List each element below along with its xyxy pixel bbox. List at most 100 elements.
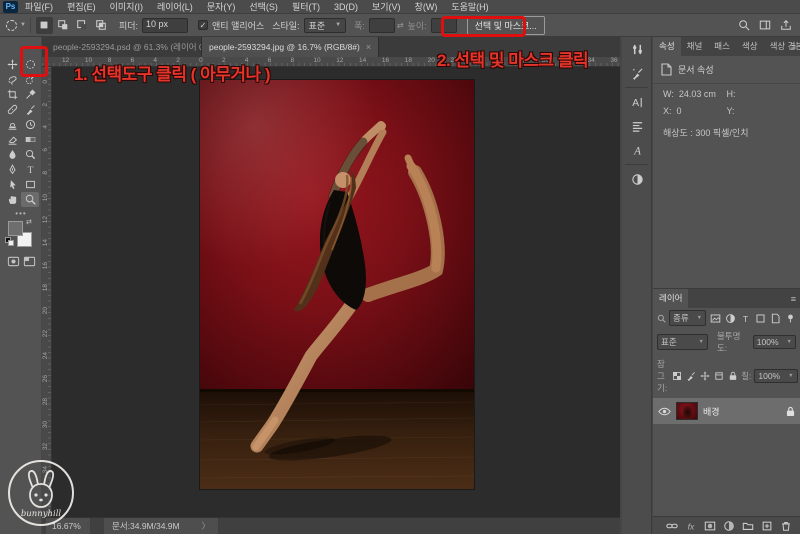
clone-source-icon[interactable] bbox=[622, 167, 652, 191]
brush-tool[interactable] bbox=[21, 102, 39, 117]
opacity-select[interactable]: 100%▼ bbox=[753, 335, 796, 349]
glyphs-panel-icon[interactable]: A bbox=[622, 138, 652, 162]
screen-mode-icon[interactable] bbox=[22, 254, 36, 268]
pin-icon[interactable] bbox=[785, 313, 796, 324]
new-selection-button[interactable] bbox=[36, 17, 53, 34]
clone-stamp-tool[interactable] bbox=[3, 117, 21, 132]
intersect-selection-icon[interactable] bbox=[95, 19, 107, 31]
shape-filter-icon[interactable] bbox=[755, 313, 766, 324]
width-input[interactable] bbox=[369, 18, 395, 33]
edit-toolbar-icon[interactable]: ••• bbox=[0, 209, 42, 218]
history-brush-tool[interactable] bbox=[21, 117, 39, 132]
tab-채널[interactable]: 채널 bbox=[681, 37, 709, 56]
adjustments-icon[interactable] bbox=[622, 37, 652, 61]
trash-icon[interactable] bbox=[780, 520, 792, 532]
menu-item-8[interactable]: 보기(V) bbox=[365, 0, 408, 14]
subtract-selection-icon[interactable] bbox=[76, 19, 88, 31]
workspace-icon[interactable] bbox=[759, 19, 771, 31]
rectangle-tool[interactable] bbox=[21, 177, 39, 192]
feather-input[interactable]: 10 px bbox=[142, 18, 188, 33]
share-icon[interactable] bbox=[780, 19, 792, 31]
resolution-value[interactable]: 300 픽셀/인치 bbox=[695, 128, 748, 138]
type-filter-icon[interactable]: T bbox=[740, 313, 751, 324]
layer-filter-select[interactable]: 종류▼ bbox=[669, 310, 706, 326]
close-icon[interactable]: × bbox=[366, 42, 371, 52]
zoom-tool[interactable] bbox=[21, 192, 39, 207]
menu-item-5[interactable]: 선택(S) bbox=[242, 0, 285, 14]
lasso-tool[interactable] bbox=[3, 72, 21, 87]
add-selection-icon[interactable] bbox=[57, 19, 69, 31]
subtract-selection-button[interactable] bbox=[74, 17, 91, 34]
paragraph-panel-icon[interactable] bbox=[622, 114, 652, 138]
menu-item-9[interactable]: 창(W) bbox=[408, 0, 445, 14]
blur-tool[interactable] bbox=[3, 147, 21, 162]
foreground-color-swatch[interactable] bbox=[8, 221, 23, 236]
tab-색상[interactable]: 색상 bbox=[736, 37, 764, 56]
path-selection-tool[interactable] bbox=[3, 177, 21, 192]
type-tool-icon: T bbox=[25, 164, 36, 175]
group-icon[interactable] bbox=[742, 520, 754, 532]
document-tab-0[interactable]: people-2593294.psd @ 61.3% (레이어 0, RGB/8… bbox=[46, 37, 202, 57]
add-selection-button[interactable] bbox=[55, 17, 72, 34]
h-ruler-number: 16 bbox=[382, 57, 389, 64]
link-icon[interactable] bbox=[666, 520, 678, 532]
default-colors-icon[interactable] bbox=[5, 237, 14, 246]
move-tool[interactable] bbox=[3, 57, 21, 72]
current-tool-preview[interactable]: ▼ bbox=[6, 20, 26, 31]
brush-settings-icon[interactable] bbox=[622, 61, 652, 85]
w-value[interactable]: 24.03 cm bbox=[679, 89, 716, 99]
menu-item-6[interactable]: 필터(T) bbox=[285, 0, 327, 14]
menu-item-7[interactable]: 3D(D) bbox=[327, 0, 365, 14]
dodge-tool[interactable] bbox=[21, 147, 39, 162]
menu-item-0[interactable]: 파일(F) bbox=[18, 0, 60, 14]
visibility-eye-icon[interactable] bbox=[658, 407, 671, 416]
menu-item-3[interactable]: 레이어(L) bbox=[150, 0, 200, 14]
panel-menu-icon[interactable]: ≡ bbox=[791, 42, 796, 52]
menu-item-4[interactable]: 문자(Y) bbox=[200, 0, 243, 14]
tab-패스[interactable]: 패스 bbox=[708, 37, 736, 56]
style-select[interactable]: 표준▼ bbox=[304, 18, 347, 33]
document-tab-1[interactable]: people-2593294.jpg @ 16.7% (RGB/8#)× bbox=[202, 37, 379, 57]
panel-menu-icon[interactable]: ≡ bbox=[791, 294, 796, 304]
fill-select[interactable]: 100%▼ bbox=[754, 369, 797, 383]
spot-healing-tool[interactable] bbox=[3, 102, 21, 117]
menu-item-2[interactable]: 이미지(I) bbox=[103, 0, 150, 14]
pen-tool[interactable] bbox=[3, 162, 21, 177]
x-value[interactable]: 0 bbox=[677, 106, 682, 116]
swap-colors-icon[interactable]: ⇄ bbox=[26, 218, 32, 226]
eyedropper-tool[interactable] bbox=[21, 87, 39, 102]
quick-mask-icon[interactable] bbox=[6, 254, 20, 268]
adjustment-filter-icon[interactable] bbox=[725, 313, 736, 324]
antialias-checkbox[interactable]: ✓ bbox=[198, 20, 208, 30]
tab-properties[interactable]: 속성 bbox=[653, 37, 681, 56]
smart-object-filter-icon[interactable] bbox=[770, 313, 781, 324]
layer-thumbnail[interactable] bbox=[676, 402, 698, 420]
document-size-info[interactable]: 문서:34.9M/34.9M 〉 bbox=[104, 518, 218, 534]
character-panel-icon[interactable]: A bbox=[622, 90, 652, 114]
crop-tool[interactable] bbox=[3, 87, 21, 102]
image-filter-icon[interactable] bbox=[710, 313, 721, 324]
lock-all-icon[interactable] bbox=[728, 371, 738, 381]
adjustment-layer-icon[interactable] bbox=[723, 520, 735, 532]
tab-layers[interactable]: 레이어 bbox=[653, 289, 688, 308]
menu-item-10[interactable]: 도움말(H) bbox=[444, 0, 495, 14]
lock-artboard-icon[interactable] bbox=[714, 371, 724, 381]
lock-transparent-icon[interactable] bbox=[672, 371, 682, 381]
canvas-image-dancer[interactable] bbox=[200, 80, 474, 489]
menu-item-1[interactable]: 편집(E) bbox=[60, 0, 103, 14]
layer-mask-icon[interactable] bbox=[704, 520, 716, 532]
swap-dimensions-icon[interactable]: ⇄ bbox=[397, 21, 404, 30]
intersect-selection-button[interactable] bbox=[93, 17, 110, 34]
search-icon[interactable] bbox=[738, 19, 750, 31]
layer-row-background[interactable]: 배경 bbox=[653, 398, 800, 424]
new-layer-icon[interactable] bbox=[761, 520, 773, 532]
gradient-tool[interactable] bbox=[21, 132, 39, 147]
new-selection-icon[interactable] bbox=[38, 19, 50, 31]
fx-icon[interactable]: fx bbox=[685, 520, 697, 532]
type-tool[interactable]: T bbox=[21, 162, 39, 177]
eraser-tool[interactable] bbox=[3, 132, 21, 147]
lock-paint-icon[interactable] bbox=[686, 371, 696, 381]
blend-mode-select[interactable]: 표준▼ bbox=[657, 334, 708, 350]
hand-tool[interactable] bbox=[3, 192, 21, 207]
lock-move-icon[interactable] bbox=[700, 371, 710, 381]
